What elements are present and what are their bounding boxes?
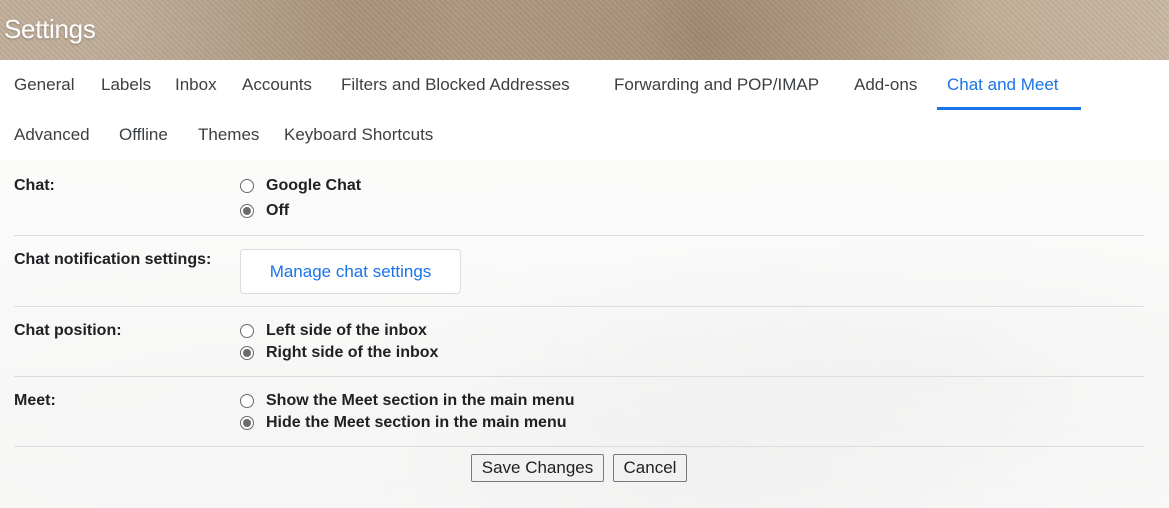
meet-option-hide[interactable]: Hide the Meet section in the main menu <box>240 412 567 434</box>
section-divider <box>14 446 1144 447</box>
section-divider <box>14 306 1144 307</box>
tab-general[interactable]: General <box>14 60 74 110</box>
section-divider <box>14 235 1144 236</box>
position-option-right[interactable]: Right side of the inbox <box>240 342 438 364</box>
tab-add-ons[interactable]: Add-ons <box>854 60 917 110</box>
radio-label: Left side of the inbox <box>266 322 427 339</box>
chat-option-google-chat[interactable]: Google Chat <box>240 175 361 197</box>
radio-checked-icon[interactable] <box>240 416 254 430</box>
radio-checked-icon[interactable] <box>240 346 254 360</box>
header-banner: Settings <box>0 0 1169 60</box>
meet-option-show[interactable]: Show the Meet section in the main menu <box>240 390 574 412</box>
tab-chat-and-meet[interactable]: Chat and Meet <box>947 60 1059 110</box>
radio-label: Show the Meet section in the main menu <box>266 392 575 409</box>
tab-themes[interactable]: Themes <box>198 110 259 160</box>
chat-notification-label: Chat notification settings: <box>14 251 212 268</box>
tab-accounts[interactable]: Accounts <box>242 60 312 110</box>
radio-unchecked-icon[interactable] <box>240 394 254 408</box>
chat-option-off[interactable]: Off <box>240 200 289 222</box>
meet-label: Meet: <box>14 392 56 409</box>
position-option-left[interactable]: Left side of the inbox <box>240 320 427 342</box>
page-title: Settings <box>4 14 96 44</box>
radio-checked-icon[interactable] <box>240 204 254 218</box>
tab-inbox[interactable]: Inbox <box>175 60 217 110</box>
tab-forwarding[interactable]: Forwarding and POP/IMAP <box>614 60 819 110</box>
tab-bar-row2-filler <box>462 110 1169 160</box>
section-divider <box>14 376 1144 377</box>
chat-label: Chat: <box>14 177 55 194</box>
save-changes-button[interactable]: Save Changes <box>471 454 604 482</box>
chat-position-label: Chat position: <box>14 322 122 339</box>
active-tab-indicator <box>937 107 1081 110</box>
tab-offline[interactable]: Offline <box>119 110 168 160</box>
cancel-button[interactable]: Cancel <box>613 454 687 482</box>
radio-label: Off <box>266 202 290 219</box>
tab-advanced[interactable]: Advanced <box>14 110 90 160</box>
tab-keyboard-shortcuts[interactable]: Keyboard Shortcuts <box>284 110 433 160</box>
tab-filters[interactable]: Filters and Blocked Addresses <box>341 60 570 110</box>
radio-unchecked-icon[interactable] <box>240 179 254 193</box>
radio-label: Hide the Meet section in the main menu <box>266 414 567 431</box>
tab-labels[interactable]: Labels <box>101 60 151 110</box>
radio-unchecked-icon[interactable] <box>240 324 254 338</box>
radio-label: Right side of the inbox <box>266 344 439 361</box>
manage-chat-settings-button[interactable]: Manage chat settings <box>240 249 461 294</box>
radio-label: Google Chat <box>266 177 362 194</box>
